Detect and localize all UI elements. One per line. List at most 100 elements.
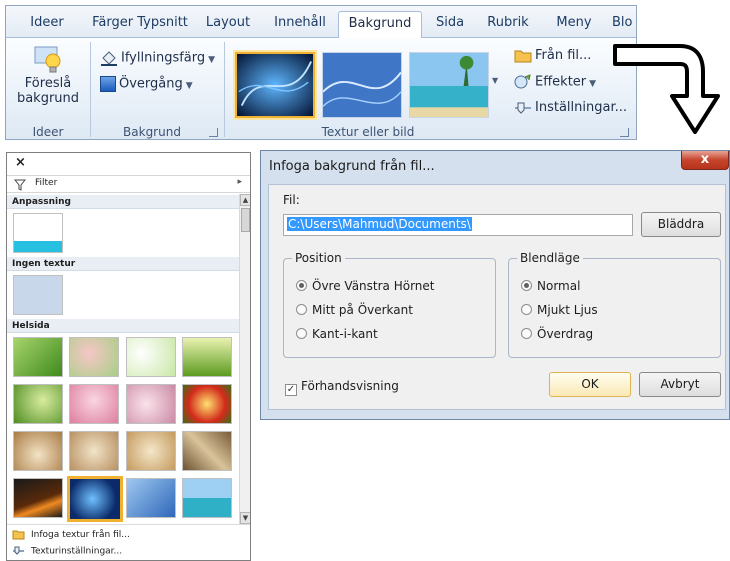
- tab-innehall[interactable]: Innehåll: [268, 11, 332, 38]
- texture-none[interactable]: [13, 275, 63, 315]
- position-legend: Position: [292, 251, 345, 265]
- chevron-down-icon: ▼: [185, 80, 193, 91]
- suggest-background-line2: bakgrund: [16, 91, 80, 106]
- texture-old-paper[interactable]: [182, 431, 232, 471]
- texture-dark-swoosh[interactable]: [13, 478, 63, 518]
- texture-light-waves[interactable]: [126, 478, 176, 518]
- insert-texture-label: Infoga textur från fil...: [31, 530, 130, 540]
- texture-parchment-1[interactable]: [13, 431, 63, 471]
- radio-dot: [521, 304, 532, 315]
- tab-layout[interactable]: Layout: [202, 11, 254, 38]
- preview-checkbox[interactable]: ✓ Förhandsvisning: [285, 379, 399, 396]
- filter-label: Filter: [35, 178, 58, 188]
- suggest-background-button[interactable]: Föreslå bakgrund: [12, 44, 84, 106]
- radio-dot: [521, 328, 532, 339]
- texture-green-leaves[interactable]: [13, 337, 63, 377]
- texture-parchment-3[interactable]: [126, 431, 176, 471]
- texture-thumb-light-waves[interactable]: [322, 52, 402, 118]
- tab-meny[interactable]: Meny: [550, 11, 598, 38]
- texture-panel: × Filter ▸ Anpassning Ingen textur Helsi…: [6, 152, 251, 561]
- position-group: Position Övre Vänstra Hörnet Mitt på Öve…: [283, 251, 496, 358]
- texture-settings[interactable]: Texturinställningar...: [12, 546, 122, 557]
- preview-label: Förhandsvisning: [301, 379, 399, 393]
- gradient-label: Övergång: [119, 76, 183, 92]
- group-separator: [90, 42, 91, 137]
- radio-dot: [296, 280, 307, 291]
- radio-label: Mitt på Överkant: [312, 303, 413, 317]
- filter-bar[interactable]: Filter ▸: [7, 175, 250, 193]
- group-label-ideer: Ideer: [32, 125, 64, 139]
- file-path-value: C:\Users\Mahmud\Documents\: [287, 217, 472, 231]
- blue-swirl-texture-icon: [237, 54, 313, 116]
- tab-bakgrund[interactable]: Bakgrund: [338, 11, 422, 39]
- radio-label: Normal: [537, 279, 581, 293]
- texture-parchment-2[interactable]: [69, 431, 119, 471]
- radio-top-left[interactable]: Övre Vänstra Hörnet: [296, 279, 435, 293]
- radio-dot: [296, 304, 307, 315]
- folder-icon: [514, 50, 532, 63]
- texture-beach[interactable]: [182, 478, 232, 518]
- effects-label: Effekter: [535, 74, 587, 90]
- folder-icon: [12, 530, 25, 540]
- texture-thumb-beach[interactable]: [409, 52, 489, 118]
- file-path-input[interactable]: C:\Users\Mahmud\Documents\: [283, 214, 633, 236]
- checkmark-icon: ✓: [285, 384, 297, 396]
- texture-thumb-blue-swirl[interactable]: [235, 52, 315, 118]
- tab-farger-typsnitt[interactable]: Färger Typsnitt: [84, 11, 196, 38]
- effects-icon: [514, 74, 531, 89]
- ribbon: Ideer Färger Typsnitt Layout Innehåll Ba…: [5, 5, 637, 140]
- texture-pink-blossom[interactable]: [69, 337, 119, 377]
- scroll-down-icon[interactable]: ▼: [240, 512, 250, 524]
- texture-red-flowers[interactable]: [182, 384, 232, 424]
- section-no-texture: Ingen textur: [7, 257, 239, 271]
- chevron-down-icon: ▼: [589, 78, 597, 89]
- insert-background-dialog: Infoga bakgrund från fil... x Fil: C:\Us…: [260, 150, 730, 420]
- tab-ideer[interactable]: Ideer: [18, 11, 76, 38]
- texture-light-green[interactable]: [126, 337, 176, 377]
- beach-texture-icon: [410, 53, 488, 117]
- texture-grass[interactable]: [182, 337, 232, 377]
- radio-overlay[interactable]: Överdrag: [521, 327, 593, 341]
- blend-legend: Blendläge: [517, 251, 583, 265]
- blend-mode-group: Blendläge Normal Mjukt Ljus Överdrag: [508, 251, 721, 358]
- ok-button[interactable]: OK: [549, 372, 631, 397]
- section-fit: Anpassning: [7, 195, 239, 209]
- paint-bucket-icon: [101, 51, 117, 66]
- texture-pink-flower[interactable]: [126, 384, 176, 424]
- light-waves-texture-icon: [322, 53, 402, 117]
- from-file-button[interactable]: Från fil...: [514, 48, 591, 63]
- texture-green-bokeh[interactable]: [13, 384, 63, 424]
- group-separator: [224, 42, 225, 137]
- effects-button[interactable]: Effekter ▼: [514, 74, 596, 90]
- curved-arrow-icon: [613, 44, 720, 134]
- slider-settings-icon: [515, 102, 531, 114]
- dialog-launcher-icon[interactable]: [209, 128, 218, 137]
- radio-normal[interactable]: Normal: [521, 279, 580, 293]
- scroll-up-icon[interactable]: ▲: [240, 194, 250, 206]
- tab-sida[interactable]: Sida: [430, 11, 470, 38]
- browse-button[interactable]: Bläddra: [641, 212, 721, 237]
- scrollbar[interactable]: ▲ ▼: [239, 194, 250, 524]
- suggest-background-line1: Föreslå: [24, 76, 72, 91]
- tab-blog[interactable]: Blo: [612, 11, 636, 38]
- radio-tile[interactable]: Kant-i-kant: [296, 327, 378, 341]
- gradient-button[interactable]: Övergång ▼: [100, 76, 193, 92]
- gradient-icon: [100, 76, 116, 92]
- texture-fit-cyan[interactable]: [13, 213, 63, 253]
- texture-blue-swirl[interactable]: [67, 476, 123, 522]
- ribbon-tab-bar: Ideer Färger Typsnitt Layout Innehåll Ba…: [6, 6, 636, 39]
- radio-top-center[interactable]: Mitt på Överkant: [296, 303, 413, 317]
- insert-texture-from-file[interactable]: Infoga textur från fil...: [12, 529, 130, 540]
- chevron-right-icon: ▸: [237, 177, 242, 187]
- fill-color-button[interactable]: Ifyllningsfärg ▼: [100, 50, 215, 66]
- scroll-thumb[interactable]: [241, 208, 250, 232]
- cancel-button[interactable]: Avbryt: [639, 372, 721, 397]
- fill-color-label: Ifyllningsfärg: [121, 50, 206, 66]
- gallery-more-button[interactable]: ▼: [492, 76, 498, 85]
- group-label-bakgrund: Bakgrund: [123, 125, 181, 139]
- close-button[interactable]: x: [681, 151, 729, 170]
- radio-soft-light[interactable]: Mjukt Ljus: [521, 303, 598, 317]
- tab-rubrik[interactable]: Rubrik: [482, 11, 534, 38]
- close-icon[interactable]: ×: [15, 155, 26, 170]
- texture-cherry-blossom[interactable]: [69, 384, 119, 424]
